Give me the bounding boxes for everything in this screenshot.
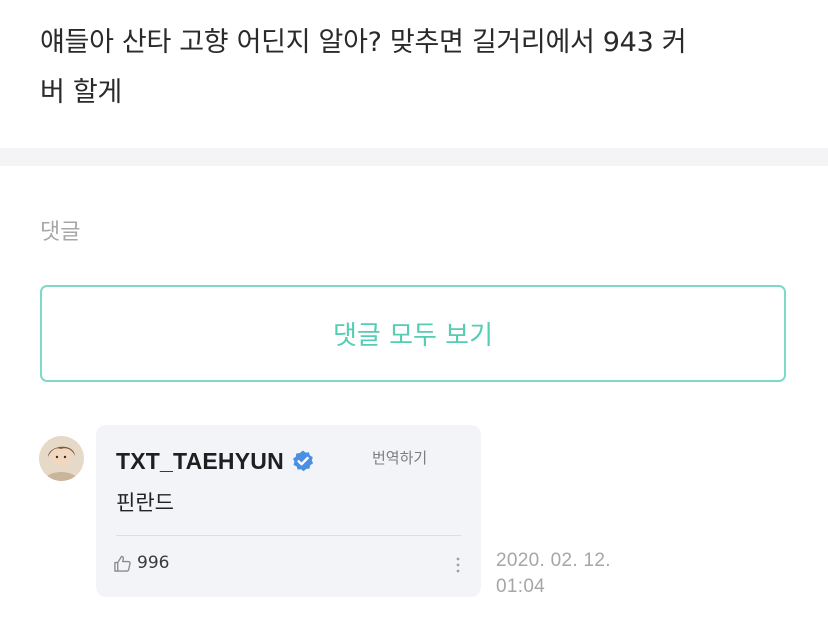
like-button[interactable]: 996 — [113, 553, 169, 573]
post-body-line: 얘들아 산타 고향 어딘지 알아? 맞추면 길거리에서 943 커 — [40, 27, 687, 58]
comment-divider — [116, 535, 461, 536]
comment-time: 01:04 — [496, 576, 546, 597]
view-all-comments-button[interactable]: 댓글 모두 보기 — [40, 285, 786, 382]
translate-button[interactable]: 번역하기 — [372, 447, 427, 468]
thumbs-up-icon — [113, 554, 132, 573]
comments-heading: 댓글 — [40, 220, 81, 245]
comment-card: TXT_TAEHYUN 번역하기 핀란드 996 — [96, 425, 481, 597]
comment-text: 핀란드 — [116, 491, 174, 515]
post-body-line: 버 할게 — [40, 77, 122, 108]
post-body: 얘들아 산타 고향 어딘지 알아? 맞추면 길거리에서 943 커 버 할게 — [40, 18, 790, 118]
more-vertical-icon[interactable] — [451, 553, 465, 577]
comment-author-row: TXT_TAEHYUN — [116, 447, 315, 475]
comment-timestamp: 2020. 02. 12. 01:04 — [496, 548, 611, 600]
verified-badge-icon — [291, 449, 315, 473]
avatar-image — [39, 436, 84, 481]
like-count: 996 — [137, 553, 170, 573]
avatar[interactable] — [39, 436, 84, 481]
comment-author[interactable]: TXT_TAEHYUN — [116, 448, 284, 475]
section-divider — [0, 148, 828, 166]
comment-date: 2020. 02. 12. — [496, 550, 611, 571]
